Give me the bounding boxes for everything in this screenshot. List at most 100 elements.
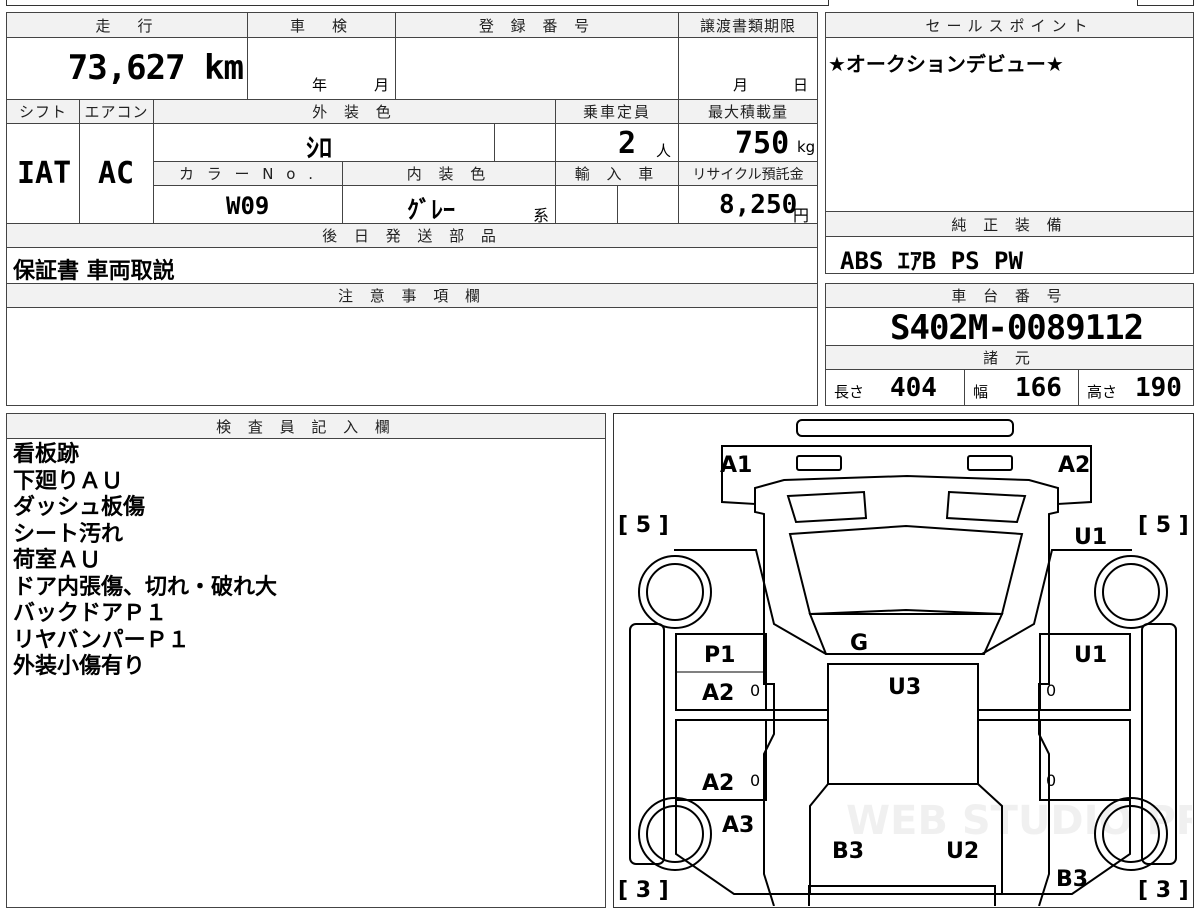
tire-front-left-label: [ 5 ]: [618, 513, 669, 538]
exterior-color-value: ｼﾛ: [306, 134, 333, 164]
equipment-label: 純 正 装 備: [825, 211, 1194, 237]
car-diagram-panel: WEB STUDIO PRO [ 5 ] [ 5 ] [ 3 ] [ 3 ] A…: [613, 413, 1194, 908]
interior-color-label: 内 装 色: [342, 161, 556, 186]
inspector-note: リヤバンパーＰ１: [13, 627, 190, 653]
equipment-value: ABS ｴｱB PS PW: [840, 247, 1023, 275]
seating-value: 2: [618, 126, 637, 161]
inspector-note: ドア内張傷、切れ・破れ大: [13, 574, 278, 600]
recycle-fee-value: 8,250: [719, 190, 798, 220]
shaken-label: 車 検: [247, 12, 396, 38]
equipment-body: ABS ｴｱB PS PW: [825, 236, 1194, 275]
import-value-cell-2: [617, 185, 679, 224]
caution-label: 注 意 事 項 欄: [6, 283, 818, 308]
mark-zero-1: 0: [750, 681, 760, 700]
inspector-note: 荷室ＡＵ: [13, 548, 102, 573]
import-value-cell-1: [555, 185, 618, 224]
transfer-month-unit: 月: [733, 76, 749, 94]
mark-zero-4: 0: [1046, 771, 1056, 790]
inspector-label: 検 査 員 記 入 欄: [6, 413, 606, 439]
recycle-fee-value-cell: 8,250 円: [678, 185, 818, 225]
mark-g: G: [850, 631, 868, 656]
wheel-front-right: [1094, 555, 1168, 629]
vehicle-info-grid: 走 行 車 検 登 録 番 号 譲渡書類期限 73,627 km 年 月 月 日…: [6, 12, 818, 286]
windshield: [788, 524, 1024, 616]
mileage-label: 走 行: [6, 12, 248, 38]
recycle-fee-label: リサイクル預託金: [678, 161, 818, 186]
mark-a2-left-2: A2: [702, 771, 734, 796]
mark-a2-top: A2: [1058, 453, 1090, 478]
specs-height: 190: [1135, 373, 1182, 403]
later-parts-value: 保証書 車両取説: [13, 259, 175, 284]
sales-points-label: セールスポイント: [825, 12, 1194, 38]
mark-a2-left-1: A2: [702, 681, 734, 706]
inspector-notes-list: 看板跡 下廻りＡＵ ダッシュ板傷 シート汚れ 荷室ＡＵ ドア内張傷、切れ・破れ大 バックドア…: [13, 442, 277, 681]
registration-label: 登 録 番 号: [395, 12, 679, 38]
shift-value-cell: IAT: [6, 123, 80, 224]
caution-body: [6, 307, 818, 406]
wiper-right: [945, 490, 1027, 524]
interior-color-value: ｸﾞﾚｰ: [407, 196, 455, 224]
shaken-year-unit: 年: [312, 76, 328, 94]
chassis-label: 車 台 番 号: [825, 283, 1194, 308]
exterior-color-extra-cell: [494, 123, 556, 162]
shaken-month-unit: 月: [374, 76, 390, 94]
max-load-value-cell: 750 kg: [678, 123, 818, 162]
wheel-front-right-inner: [1102, 563, 1160, 621]
specs-width-label: 幅: [973, 383, 989, 401]
inspector-note: ダッシュ板傷: [13, 495, 146, 520]
mark-u2: U2: [946, 839, 979, 864]
wheel-front-left: [638, 555, 712, 629]
shift-label: シフト: [6, 99, 80, 124]
top-partial-strip-right: [1137, 0, 1194, 6]
body-left: [754, 502, 775, 906]
interior-color-value-cell: ｸﾞﾚｰ 系: [342, 185, 556, 225]
roof-marker: [796, 419, 1014, 437]
registration-value-cell: [395, 37, 679, 100]
max-load-label: 最大積載量: [678, 99, 818, 124]
aircon-value-cell: AC: [79, 123, 154, 224]
roof: [808, 613, 1004, 655]
chassis-number: S402M-0089112: [890, 308, 1144, 348]
import-label: 輸 入 車: [555, 161, 679, 186]
mark-zero-2: 0: [750, 771, 760, 790]
rear-bumper: [808, 885, 996, 906]
transfer-deadline-label: 譲渡書類期限: [678, 12, 818, 38]
max-load-unit: kg: [797, 138, 816, 156]
exterior-color-label: 外 装 色: [153, 99, 556, 124]
mark-u1-right: U1: [1074, 643, 1107, 668]
wiper-left: [786, 490, 868, 524]
specs-length-label: 長さ: [834, 383, 865, 401]
specs-width: 166: [1015, 373, 1062, 403]
inspector-note: 下廻りＡＵ: [13, 468, 124, 494]
shift-value: IAT: [17, 156, 72, 191]
max-load-value: 750: [735, 126, 790, 161]
side-left: [674, 549, 827, 655]
later-parts-label: 後 日 発 送 部 品: [6, 223, 818, 248]
specs-length: 404: [890, 373, 937, 403]
aircon-label: エアコン: [79, 99, 154, 124]
watermark: WEB STUDIO PRO: [846, 798, 1192, 844]
color-no-value-cell: W09: [153, 185, 343, 224]
inspector-note: 外装小傷有り: [13, 654, 146, 679]
sales-points-value: ★オークションデビュー★: [828, 52, 1064, 76]
exterior-color-value-cell: ｼﾛ: [153, 123, 495, 164]
front-bumper: [721, 445, 1092, 506]
mark-u1-top: U1: [1074, 525, 1107, 550]
chassis-body: S402M-0089112: [825, 307, 1194, 348]
mark-a1: A1: [720, 453, 752, 478]
specs-width-cell: 幅 166: [964, 369, 1079, 406]
seating-value-cell: 2 人: [555, 123, 679, 162]
mileage-value-cell: 73,627 km: [6, 37, 248, 100]
mark-b3-right: B3: [1056, 867, 1088, 892]
mark-a3: A3: [722, 813, 754, 838]
tire-rear-left-label: [ 3 ]: [618, 878, 669, 903]
tire-rear-right-label: [ 3 ]: [1138, 878, 1189, 903]
shaken-value-cell: 年 月: [247, 37, 396, 100]
specs-height-cell: 高さ 190: [1078, 369, 1194, 406]
later-parts-value-cell: 保証書 車両取説: [6, 247, 818, 286]
specs-height-label: 高さ: [1087, 383, 1118, 401]
aircon-value: AC: [98, 156, 135, 191]
inspector-note: シート汚れ: [13, 521, 124, 547]
inspector-note: 看板跡: [13, 442, 80, 467]
sales-points-body: ★オークションデビュー★: [825, 37, 1194, 212]
